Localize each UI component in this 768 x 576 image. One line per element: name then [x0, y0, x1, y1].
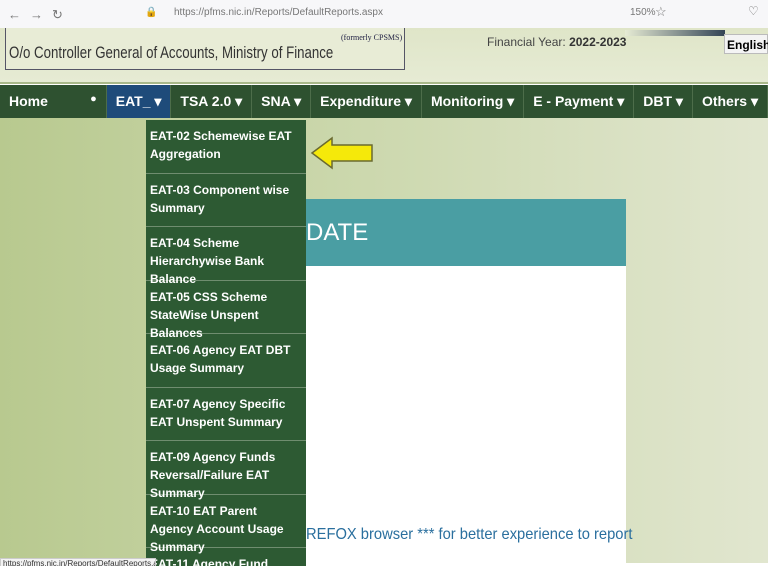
fy-label: Financial Year: [487, 35, 566, 49]
menu-item[interactable]: EAT-02 Schemewise EAT Aggregation [146, 120, 306, 174]
pocket-icon[interactable]: ♡ [748, 4, 759, 18]
formerly-label: (formerly CPSMS) [341, 33, 403, 42]
nav-eat[interactable]: EAT_ ▾ [106, 85, 172, 118]
nav-others[interactable]: Others ▾ [693, 85, 768, 118]
panel-body [290, 266, 626, 563]
financial-year: Financial Year: 2022-2023 [487, 35, 626, 49]
nav-tsa[interactable]: TSA 2.0 ▾ [171, 85, 253, 118]
nav-dbt[interactable]: DBT ▾ [634, 85, 693, 118]
nav-monitoring[interactable]: Monitoring ▾ [422, 85, 525, 118]
lock-icon: 🔒 [145, 7, 158, 18]
menu-item[interactable]: EAT-06 Agency EAT DBT Usage Summary [146, 334, 306, 388]
browser-toolbar: ← → ↻ 🔒 https://pfms.nic.in/Reports/Defa… [0, 0, 768, 28]
language-button[interactable]: English [724, 34, 768, 54]
reload-icon[interactable]: ↻ [52, 7, 63, 23]
site-header: O/o Controller General of Accounts, Mini… [0, 28, 768, 84]
nav-home[interactable]: Home ● [0, 85, 107, 118]
user-icon: ● [90, 93, 97, 105]
browser-notice: REFOX browser *** for better experience … [306, 526, 633, 543]
org-name: O/o Controller General of Accounts, Mini… [9, 43, 334, 62]
nav-epayment[interactable]: E - Payment ▾ [524, 85, 635, 118]
back-icon[interactable]: ← [8, 7, 21, 22]
nav-label: Home [9, 93, 48, 109]
yellow-arrow-icon [310, 136, 373, 170]
logo-box: O/o Controller General of Accounts, Mini… [5, 28, 405, 70]
menu-item[interactable]: EAT-09 Agency Funds Reversal/Failure EAT… [146, 441, 306, 500]
menu-item[interactable]: EAT-03 Component wise Summary [146, 174, 306, 227]
fy-value: 2022-2023 [569, 35, 627, 49]
menu-item[interactable]: EAT-10 EAT Parent Agency Account Usage S… [146, 495, 306, 554]
menu-item[interactable]: EAT-05 CSS Scheme StateWise Unspent Bala… [146, 281, 306, 340]
zoom-level[interactable]: 150% [630, 7, 656, 18]
bookmark-star-icon[interactable]: ☆ [655, 4, 667, 20]
menu-item[interactable]: EAT-07 Agency Specific EAT Unspent Summa… [146, 388, 306, 441]
panel-header: DATE [290, 199, 626, 266]
menu-item[interactable]: EAT-04 Scheme Hierarchywise Bank Balance [146, 227, 306, 286]
address-bar[interactable]: https://pfms.nic.in/Reports/DefaultRepor… [174, 7, 383, 18]
nav-sna[interactable]: SNA ▾ [252, 85, 312, 118]
bottom-strip [0, 566, 768, 576]
main-nav: Home ● EAT_ ▾ TSA 2.0 ▾ SNA ▾ Expenditure… [0, 85, 768, 118]
nav-expenditure[interactable]: Expenditure ▾ [311, 85, 422, 118]
eat-dropdown-menu: EAT-02 Schemewise EAT Aggregation EAT-03… [146, 120, 306, 568]
forward-icon[interactable]: → [30, 7, 43, 22]
decorative-stripe [625, 30, 725, 36]
